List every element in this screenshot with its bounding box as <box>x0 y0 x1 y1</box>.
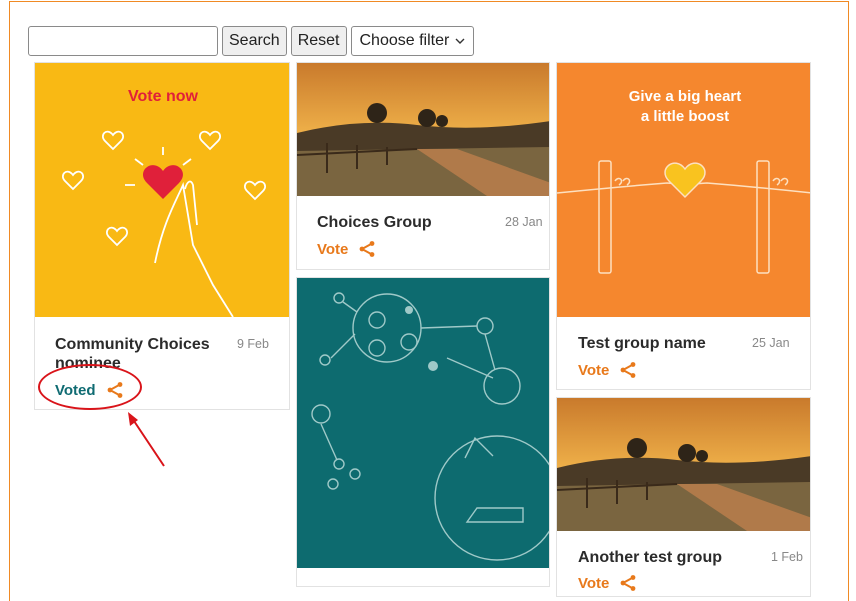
card-date: 1 Feb <box>771 550 803 564</box>
card-image: Vote now <box>35 63 289 317</box>
vote-button[interactable]: Vote <box>578 574 637 592</box>
toolbar: Search Reset Choose filter <box>28 26 475 58</box>
vote-label: Vote <box>317 240 349 258</box>
share-icon[interactable] <box>619 574 637 592</box>
card-image <box>557 398 810 531</box>
group-card[interactable]: Choices Group 28 Jan Vote <box>296 62 550 270</box>
card-image <box>297 278 549 568</box>
card-image <box>297 63 549 196</box>
card-title: Another test group <box>578 549 722 566</box>
share-icon[interactable] <box>358 240 376 258</box>
annotation-arrow-icon <box>128 412 165 467</box>
card-image: Give a big heart a little boost <box>557 63 810 317</box>
vote-button[interactable]: Vote <box>317 240 376 258</box>
annotation-ellipse <box>38 364 142 410</box>
chevron-down-icon <box>455 27 465 55</box>
reset-button[interactable]: Reset <box>290 26 347 56</box>
group-card[interactable]: Another test group 1 Feb Vote <box>556 397 811 597</box>
card-title: Choices Group <box>317 214 432 231</box>
group-card[interactable] <box>296 277 550 587</box>
card-date: 28 Jan <box>505 215 543 229</box>
share-icon[interactable] <box>619 361 637 379</box>
search-button[interactable]: Search <box>222 26 287 56</box>
card-date: 25 Jan <box>752 336 790 350</box>
vote-label: Vote <box>578 361 610 379</box>
card-date: 9 Feb <box>237 337 269 351</box>
group-card[interactable]: Give a big heart a little boost Test gro… <box>556 62 811 390</box>
vote-button[interactable]: Vote <box>578 361 637 379</box>
vote-label: Vote <box>578 574 610 592</box>
image-caption-line2: a little boost <box>641 108 729 125</box>
group-card[interactable]: Vote now Community Choices nominee 9 Feb… <box>34 62 290 410</box>
search-input[interactable] <box>28 26 218 56</box>
image-caption-line1: Give a big heart <box>629 88 742 105</box>
card-title: Test group name <box>578 335 706 352</box>
filter-select-label: Choose filter <box>359 32 450 49</box>
image-caption: Vote now <box>128 88 198 105</box>
filter-select[interactable]: Choose filter <box>350 26 475 56</box>
